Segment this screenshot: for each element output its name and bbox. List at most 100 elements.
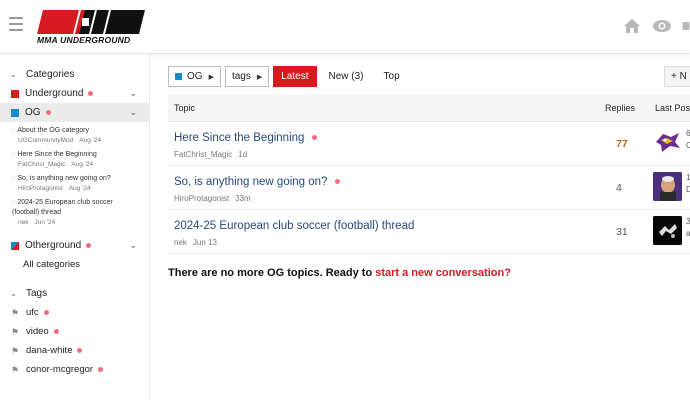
category-color-icon: [11, 108, 19, 117]
avatar[interactable]: [653, 128, 682, 157]
avatar[interactable]: [653, 216, 682, 245]
sub-topic-date: Jun '24: [34, 219, 56, 226]
sub-topic-title[interactable]: So, is anything new going on?: [17, 175, 110, 182]
categories-section-toggle[interactable]: ⌄ Categories: [0, 64, 149, 84]
sidebar-item-label: Underground: [25, 88, 84, 99]
table-row: So, is anything new going on? HiroProtag…: [168, 166, 690, 210]
main-content: OG ▶ tags ▶ Latest New (3) Top + N Topic…: [168, 55, 690, 400]
topic-title-link[interactable]: Here Since the Beginning: [174, 132, 304, 144]
og-topic-list: - About the OG category UGCommunityMod Aug…: [0, 126, 149, 228]
last-post-info: a: [686, 229, 690, 238]
sidebar-item-label: Otherground: [25, 240, 82, 251]
topic-age: 33m: [235, 194, 251, 203]
unread-indicator: [98, 367, 104, 372]
chevron-down-icon[interactable]: ⌄: [129, 240, 137, 251]
sub-topic-author: nek: [18, 219, 29, 226]
sidebar-item-og[interactable]: OG ⌄: [0, 103, 149, 122]
page-icon[interactable]: [682, 16, 690, 36]
topic-author[interactable]: HiroProtagonist: [174, 194, 229, 203]
list-item[interactable]: - Here Since the Beginning FatChrist_Magi…: [12, 150, 143, 170]
sub-topic-date: Aug '24: [71, 161, 94, 168]
all-categories-label: All categories: [23, 258, 81, 270]
sub-topic-author: FatChrist_Magic: [18, 161, 66, 168]
sidebar-item-underground[interactable]: Underground ⌄: [0, 84, 149, 103]
avatar[interactable]: [653, 172, 682, 201]
column-header-replies[interactable]: Replies: [605, 103, 635, 113]
sidebar-item-otherground[interactable]: Otherground ⌄: [0, 236, 149, 255]
tab-new[interactable]: New (3): [321, 66, 372, 87]
unread-indicator: [312, 135, 318, 141]
no-more-topics-message: There are no more OG topics. Ready to st…: [168, 267, 511, 279]
reply-count[interactable]: 77: [616, 138, 628, 150]
topic-table-header: Topic Replies Last Pos: [168, 94, 690, 122]
tag-label: video: [26, 326, 49, 337]
last-post-info: 6: [686, 129, 690, 138]
tags-heading: Tags: [26, 287, 48, 299]
tags-filter-dropdown[interactable]: tags ▶: [224, 66, 270, 87]
tab-top[interactable]: Top: [376, 66, 408, 87]
start-conversation-link[interactable]: start a new conversation?: [375, 267, 511, 279]
tag-label: dana-white: [26, 345, 73, 356]
list-item[interactable]: - About the OG category UGCommunityMod Aug…: [12, 126, 143, 146]
category-filter-label: OG: [187, 71, 203, 82]
tag-label: conor-mcgregor: [26, 364, 94, 375]
chevron-down-icon[interactable]: ⌄: [129, 88, 137, 99]
caret-right-icon: ▶: [208, 73, 214, 81]
unread-indicator: [88, 91, 94, 96]
sidebar-tag-dana-white[interactable]: ⚑ dana-white: [0, 341, 149, 360]
tab-latest[interactable]: Latest: [273, 66, 317, 87]
all-categories-link[interactable]: All categories: [0, 255, 149, 273]
list-item[interactable]: -2024-25 European club soccer (football)…: [12, 198, 143, 228]
chevron-down-icon: ⌄: [10, 288, 17, 298]
unread-indicator: [335, 179, 341, 185]
sidebar-tag-conor-mcgregor[interactable]: ⚑ conor-mcgregor: [0, 360, 149, 379]
categories-heading: Categories: [26, 68, 75, 80]
new-topic-button[interactable]: + N: [664, 66, 690, 87]
last-post-info: 1: [686, 173, 690, 182]
topic-author[interactable]: nek: [174, 238, 187, 247]
sidebar-tag-video[interactable]: ⚑ video: [0, 322, 149, 341]
tag-icon: ⚑: [11, 307, 20, 318]
chevron-down-icon[interactable]: ⌄: [129, 107, 137, 118]
topic-title-link[interactable]: So, is anything new going on?: [174, 176, 327, 188]
sub-topic-author: HiroProtagonist: [18, 185, 63, 192]
unread-indicator: [77, 348, 83, 353]
topic-nav: OG ▶ tags ▶ Latest New (3) Top: [168, 66, 408, 87]
sub-topic-title[interactable]: About the OG category: [17, 127, 89, 134]
last-post-info: C: [686, 141, 690, 150]
eye-icon[interactable]: [652, 16, 672, 36]
category-color-icon: [11, 89, 19, 98]
sidebar: ⌄ Categories Underground ⌄ OG ⌄ - About t…: [0, 55, 150, 400]
menu-icon[interactable]: [9, 17, 23, 31]
unread-indicator: [45, 110, 51, 115]
reply-count[interactable]: 31: [616, 226, 628, 238]
chevron-down-icon: ⌄: [10, 69, 17, 79]
sidebar-tag-ufc[interactable]: ⚑ ufc: [0, 303, 149, 322]
column-header-topic[interactable]: Topic: [174, 103, 195, 113]
sub-topic-author: UGCommunityMod: [18, 137, 74, 144]
home-icon[interactable]: [622, 16, 642, 36]
topic-title-link[interactable]: 2024-25 European club soccer (football) …: [174, 220, 414, 232]
tags-filter-label: tags: [231, 71, 251, 82]
category-color-icon: [175, 73, 182, 80]
topic-age: Jun 13: [192, 238, 217, 247]
table-row: Here Since the Beginning FatChrist_Magic…: [168, 122, 690, 166]
reply-count[interactable]: 4: [616, 182, 622, 194]
sidebar-item-label: OG: [25, 107, 41, 118]
tags-section-toggle[interactable]: ⌄ Tags: [0, 283, 149, 303]
tag-icon: ⚑: [11, 364, 20, 375]
tag-label: ufc: [26, 307, 39, 318]
last-post-info: D: [686, 185, 690, 194]
list-item[interactable]: - So, is anything new going on? HiroProta…: [12, 174, 143, 194]
footer-message-text: There are no more OG topics. Ready to: [168, 267, 376, 279]
unread-indicator: [43, 310, 49, 315]
sub-topic-title[interactable]: Here Since the Beginning: [17, 151, 96, 158]
topic-age: 1d: [238, 150, 248, 159]
topic-author[interactable]: FatChrist_Magic: [174, 150, 232, 159]
tag-icon: ⚑: [11, 326, 20, 337]
sub-topic-date: Aug '24: [79, 137, 102, 144]
category-filter-dropdown[interactable]: OG ▶: [168, 66, 221, 87]
column-header-last-post[interactable]: Last Pos: [655, 103, 690, 113]
sub-topic-title[interactable]: 2024-25 European club soccer (football) …: [12, 199, 113, 216]
table-row: 2024-25 European club soccer (football) …: [168, 210, 690, 254]
